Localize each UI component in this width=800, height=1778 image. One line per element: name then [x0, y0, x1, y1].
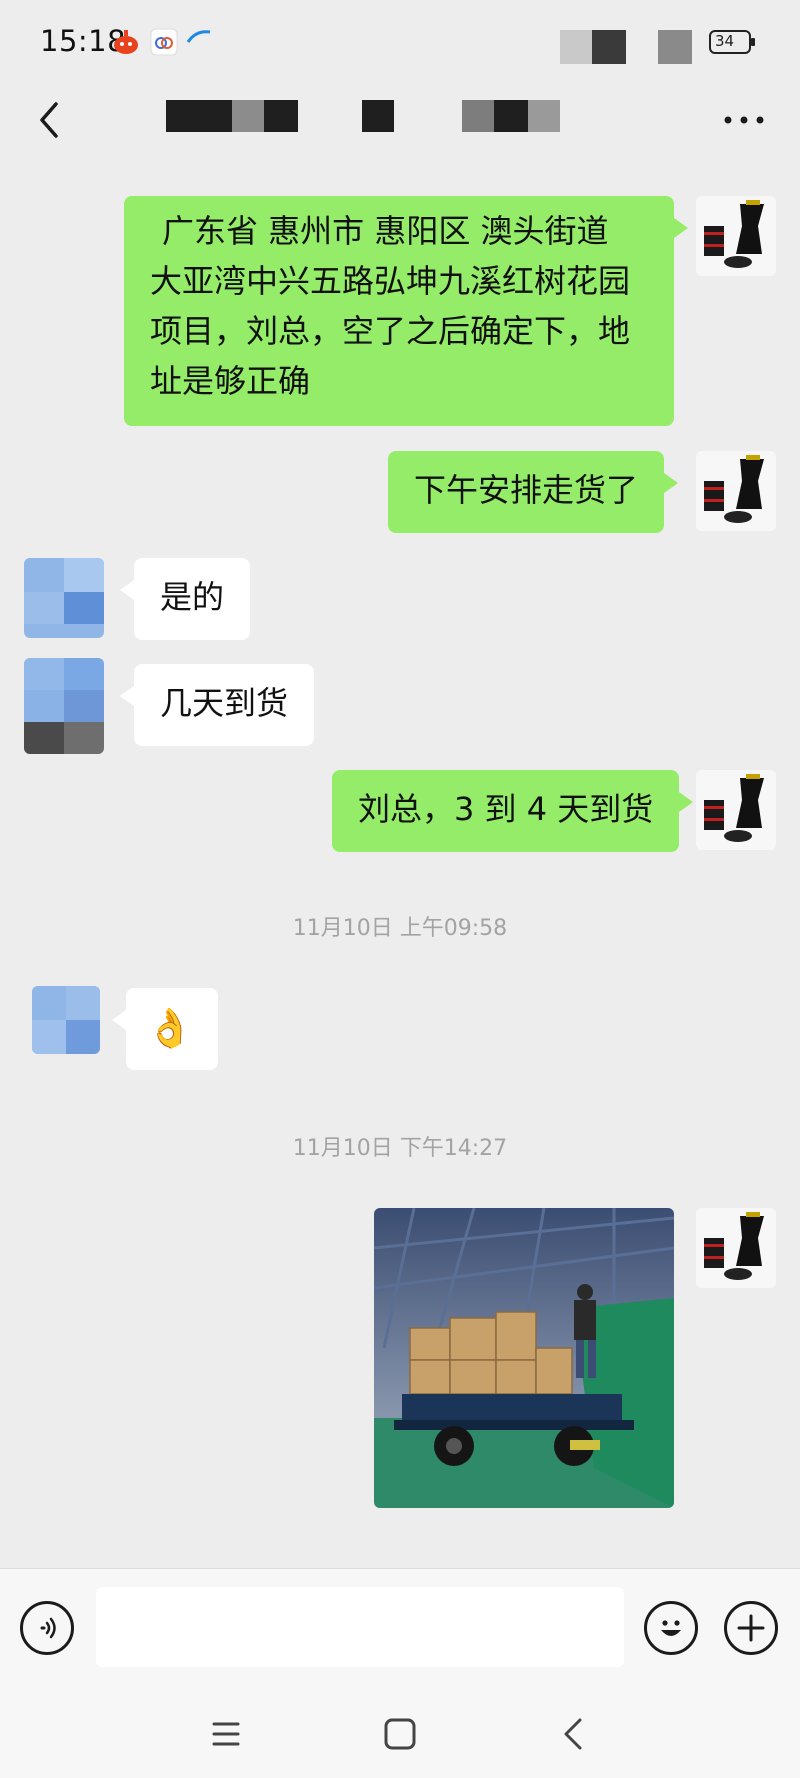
avatar-contact[interactable] [24, 658, 104, 754]
more-dots-icon[interactable] [720, 110, 768, 130]
chat-screen: 15:18 34 广东省 惠州市 惠阳区 澳头街道 大亚湾中兴五路弘坤九溪红树花… [0, 0, 800, 1778]
status-bar: 15:18 34 [0, 0, 800, 86]
input-bar [0, 1568, 800, 1692]
avatar-self[interactable] [696, 770, 776, 850]
message-text-line: 大亚湾中兴五路弘坤九溪红树花园 [150, 262, 631, 300]
message-bubble-sent[interactable]: 下午安排走货了 [388, 451, 679, 533]
truck-loading-photo[interactable] [374, 1208, 674, 1508]
message-text-line: 广东省 惠州市 惠阳区 澳头街道 [162, 212, 609, 250]
battery-level: 34 [715, 32, 735, 50]
message-bubble-received[interactable]: 👌 [112, 988, 218, 1070]
signal-icon [560, 30, 592, 64]
emoji-button[interactable] [644, 1601, 698, 1655]
chat-title-block [362, 100, 394, 132]
ok-hand-emoji: 👌 [146, 1006, 194, 1050]
chat-title [166, 100, 298, 132]
message-timestamp: 11月10日 上午09:58 [292, 916, 508, 941]
avatar-contact[interactable] [24, 558, 104, 638]
wifi-icon [658, 30, 692, 64]
plus-icon [737, 1614, 765, 1642]
product-avatar-icon [704, 455, 764, 523]
emoji-smile-icon [661, 1620, 681, 1636]
message-bubble-sent[interactable]: 刘总，3 到 4 天到货 [332, 770, 694, 852]
avatar-contact[interactable] [32, 986, 100, 1054]
voice-button[interactable] [20, 1601, 74, 1655]
menu-icon[interactable] [206, 1714, 246, 1754]
product-avatar-icon [704, 1212, 764, 1280]
voice-icon [40, 1617, 56, 1639]
truck-photo-image [374, 1208, 674, 1508]
avatar-self[interactable] [696, 196, 776, 276]
message-bubble-sent[interactable]: 广东省 惠州市 惠阳区 澳头街道 大亚湾中兴五路弘坤九溪红树花园 项目，刘总，空… [124, 196, 688, 426]
message-bubble-received[interactable]: 几天到货 [119, 664, 315, 746]
message-input[interactable] [96, 1587, 624, 1667]
back-nav-icon[interactable] [554, 1714, 594, 1754]
product-avatar-icon [704, 774, 764, 842]
message-bubble-received[interactable]: 是的 [119, 558, 251, 640]
chevron-left-icon[interactable] [28, 92, 76, 148]
signal-icon [592, 30, 626, 64]
chat-title-block [462, 100, 560, 132]
notification-swoosh-icon [186, 30, 211, 43]
notification-cloud-icon [150, 28, 178, 56]
home-icon[interactable] [380, 1714, 420, 1754]
notification-app-icon [114, 30, 138, 54]
system-nav-bar [0, 1692, 800, 1778]
add-button[interactable] [724, 1601, 778, 1655]
message-text-line: 项目，刘总，空了之后确定下，地 [150, 312, 631, 350]
message-text-line: 址是够正确 [150, 362, 311, 400]
message-timestamp: 11月10日 下午14:27 [292, 1136, 508, 1161]
avatar-self[interactable] [696, 451, 776, 531]
product-avatar-icon [704, 200, 764, 268]
avatar-self[interactable] [696, 1208, 776, 1288]
